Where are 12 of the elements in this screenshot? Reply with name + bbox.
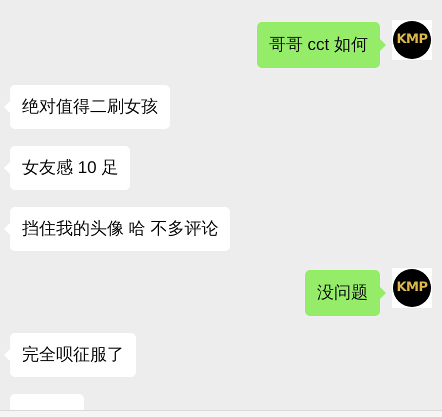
bubble-tail [380,39,386,51]
avatar[interactable]: KMP [392,268,432,308]
bubble-tail [380,287,386,299]
avatar-logo-text: KMP [396,31,428,50]
sent-message: 哥哥 cct 如何 [256,22,380,68]
received-message: 绝对值得二刷女孩 [10,85,170,129]
received-message: 挡住我的头像 哈 不多评论 [10,207,230,251]
received-message: 女友感 10 足 [10,146,130,190]
avatar[interactable]: KMP [392,20,432,60]
sent-message: 没问题 [305,270,380,316]
received-message: 完全呗征服了 [10,333,136,377]
avatar-logo-text: KMP [396,279,428,298]
